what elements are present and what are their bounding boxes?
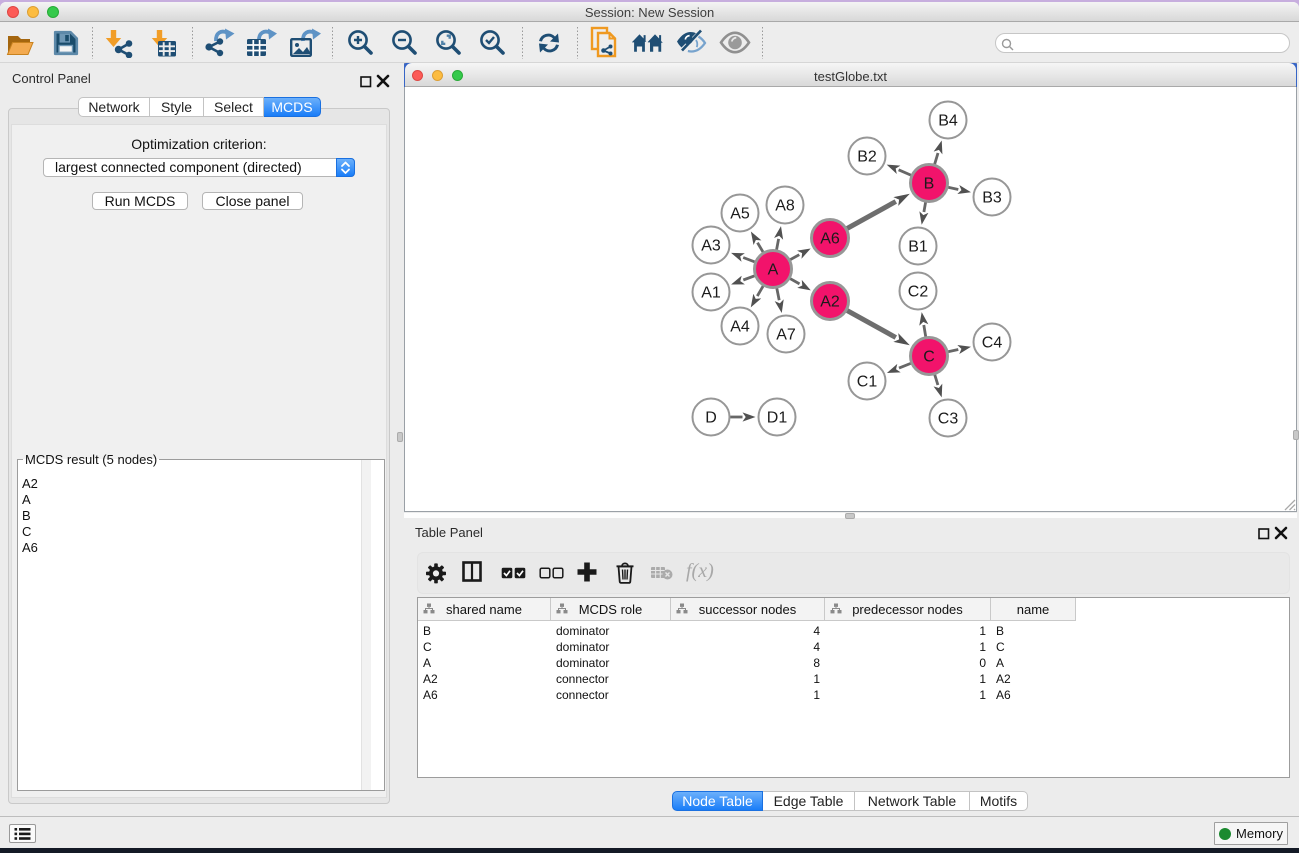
svg-text:B: B xyxy=(924,176,935,193)
svg-text:C3: C3 xyxy=(938,411,959,428)
svg-text:A8: A8 xyxy=(775,198,795,215)
svg-text:A4: A4 xyxy=(730,319,750,336)
svg-text:B3: B3 xyxy=(982,190,1002,207)
svg-text:B2: B2 xyxy=(857,149,877,166)
svg-text:D: D xyxy=(705,410,717,427)
svg-text:A2: A2 xyxy=(820,294,840,311)
svg-text:A: A xyxy=(768,262,779,279)
svg-text:A3: A3 xyxy=(701,238,721,255)
svg-text:B1: B1 xyxy=(908,239,928,256)
svg-text:A1: A1 xyxy=(701,285,721,302)
svg-text:A7: A7 xyxy=(776,327,796,344)
svg-text:D1: D1 xyxy=(767,410,788,427)
svg-text:A5: A5 xyxy=(730,206,750,223)
svg-text:C2: C2 xyxy=(908,284,929,301)
svg-text:C4: C4 xyxy=(982,335,1003,352)
svg-text:B4: B4 xyxy=(938,113,958,130)
svg-text:C1: C1 xyxy=(857,374,878,391)
svg-text:A6: A6 xyxy=(820,231,840,248)
svg-text:C: C xyxy=(923,349,935,366)
